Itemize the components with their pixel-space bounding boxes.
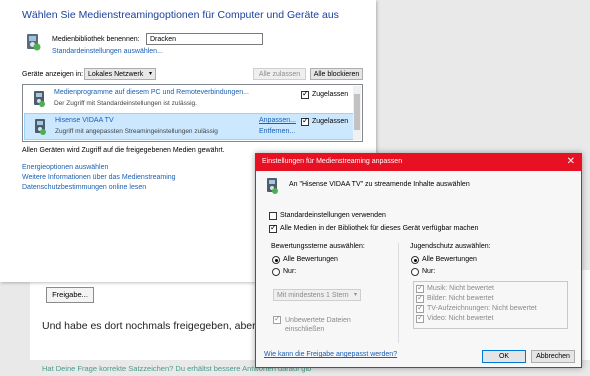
dialog-titlebar: Einstellungen für Medienstreaming anpass… — [256, 154, 581, 171]
ok-button[interactable]: OK — [482, 350, 526, 363]
library-name-label: Medienbibliothek benennen: — [52, 36, 140, 43]
chevron-down-icon: ▾ — [353, 292, 357, 298]
parental-music-label: Musik: Nicht bewertet — [427, 285, 494, 292]
dialog-heading: An "Hisense VIDAA TV" zu streamende Inha… — [289, 181, 470, 188]
unrated-checkbox[interactable] — [273, 314, 281, 324]
customize-link[interactable]: Anpassen... — [259, 117, 296, 124]
forum-freigabe-button[interactable]: Freigabe... — [46, 287, 94, 303]
ratings-select[interactable]: Mit mindestens 1 Stern ▾ — [273, 289, 361, 301]
parental-video-label: Video: Nicht bewertet — [427, 315, 494, 322]
parental-music-checkbox[interactable] — [416, 283, 424, 293]
list-scrollbar[interactable] — [353, 86, 361, 140]
device-list: Medienprogramme auf diesem PC und Remote… — [22, 84, 363, 142]
cancel-button[interactable]: Abbrechen — [531, 350, 575, 363]
ratings-select-value: Mit mindestens 1 Stern — [277, 292, 349, 299]
default-settings-link[interactable]: Standardeinstellungen auswählen... — [52, 48, 163, 55]
parental-tv-label: TV-Aufzeichnungen: Nicht bewertet — [427, 305, 537, 312]
device-status: Der Zugriff mit Standardeinstellungen is… — [54, 100, 197, 107]
media-device-icon — [264, 177, 280, 195]
device-status: Zugriff mit angepassten Streamingeinstel… — [55, 128, 218, 135]
all-media-checkbox[interactable] — [269, 223, 277, 233]
network-select-value: Lokales Netzwerk — [88, 71, 144, 78]
network-select[interactable]: Lokales Netzwerk ▾ — [84, 68, 156, 80]
media-device-icon — [33, 118, 47, 136]
parental-heading: Jugendschutz auswählen: — [410, 243, 491, 250]
parental-tv-checkbox[interactable] — [416, 303, 424, 313]
use-default-checkbox[interactable] — [269, 212, 277, 220]
page-title: Wählen Sie Medienstreamingoptionen für C… — [22, 9, 339, 21]
chevron-down-icon: ▾ — [148, 71, 152, 77]
device-name[interactable]: Hisense VIDAA TV — [55, 117, 114, 124]
scrollbar-thumb[interactable] — [354, 94, 360, 130]
help-link[interactable]: Wie kann die Freigabe angepasst werden? — [264, 351, 397, 358]
use-default-label: Standardeinstellungen verwenden — [280, 212, 386, 219]
device-allowed-checkbox[interactable] — [301, 116, 309, 126]
all-media-label: Alle Medien in der Bibliothek für dieses… — [280, 225, 479, 232]
group-divider — [398, 243, 399, 343]
device-allowed-checkbox[interactable] — [301, 89, 309, 99]
parental-only-label: Nur: — [422, 268, 436, 275]
parental-pictures-checkbox[interactable] — [416, 293, 424, 303]
close-icon[interactable]: ✕ — [567, 156, 575, 167]
parental-video-checkbox[interactable] — [416, 313, 424, 323]
parental-all-label: Alle Bewertungen — [422, 256, 477, 263]
media-library-icon — [24, 32, 42, 52]
library-name-input[interactable]: Dracken — [146, 33, 263, 45]
ratings-all-label: Alle Bewertungen — [283, 256, 338, 263]
ratings-only-radio[interactable] — [272, 268, 280, 276]
parental-only-radio[interactable] — [411, 268, 419, 276]
ratings-all-radio[interactable] — [272, 256, 280, 264]
ratings-heading: Bewertungssterne auswählen: — [271, 243, 365, 250]
parental-pictures-label: Bilder: Nicht bewertet — [427, 295, 494, 302]
device-allowed-label: Zugelassen — [312, 91, 349, 98]
ratings-only-label: Nur: — [283, 268, 297, 275]
dialog-title: Einstellungen für Medienstreaming anpass… — [262, 158, 403, 165]
device-row-media-programs[interactable]: Medienprogramme auf diesem PC und Remote… — [24, 86, 361, 113]
device-name[interactable]: Medienprogramme auf diesem PC und Remote… — [54, 89, 249, 96]
device-allowed-label: Zugelassen — [312, 118, 349, 125]
allow-all-button[interactable]: Alle zulassen — [253, 68, 306, 80]
forum-body-text: Und habe es dort nochmals freigegeben, a… — [42, 320, 281, 332]
show-devices-label: Geräte anzeigen in: — [22, 71, 84, 78]
privacy-link[interactable]: Datenschutzbestimmungen online lesen — [22, 184, 146, 191]
power-options-link[interactable]: Energieoptionen auswählen — [22, 164, 108, 171]
block-all-button[interactable]: Alle blockieren — [310, 68, 363, 80]
media-program-icon — [32, 90, 46, 108]
dialog-body — [256, 171, 581, 367]
parental-all-radio[interactable] — [411, 256, 419, 264]
unrated-label: Unbewertete Dateien einschließen — [285, 317, 351, 333]
remove-link[interactable]: Entfernen... — [259, 128, 295, 135]
device-row-hisense-tv[interactable]: Hisense VIDAA TV Zugriff mit angepassten… — [24, 113, 361, 140]
more-info-link[interactable]: Weitere Informationen über das Medienstr… — [22, 174, 176, 181]
status-text: Allen Geräten wird Zugriff auf die freig… — [22, 147, 225, 154]
